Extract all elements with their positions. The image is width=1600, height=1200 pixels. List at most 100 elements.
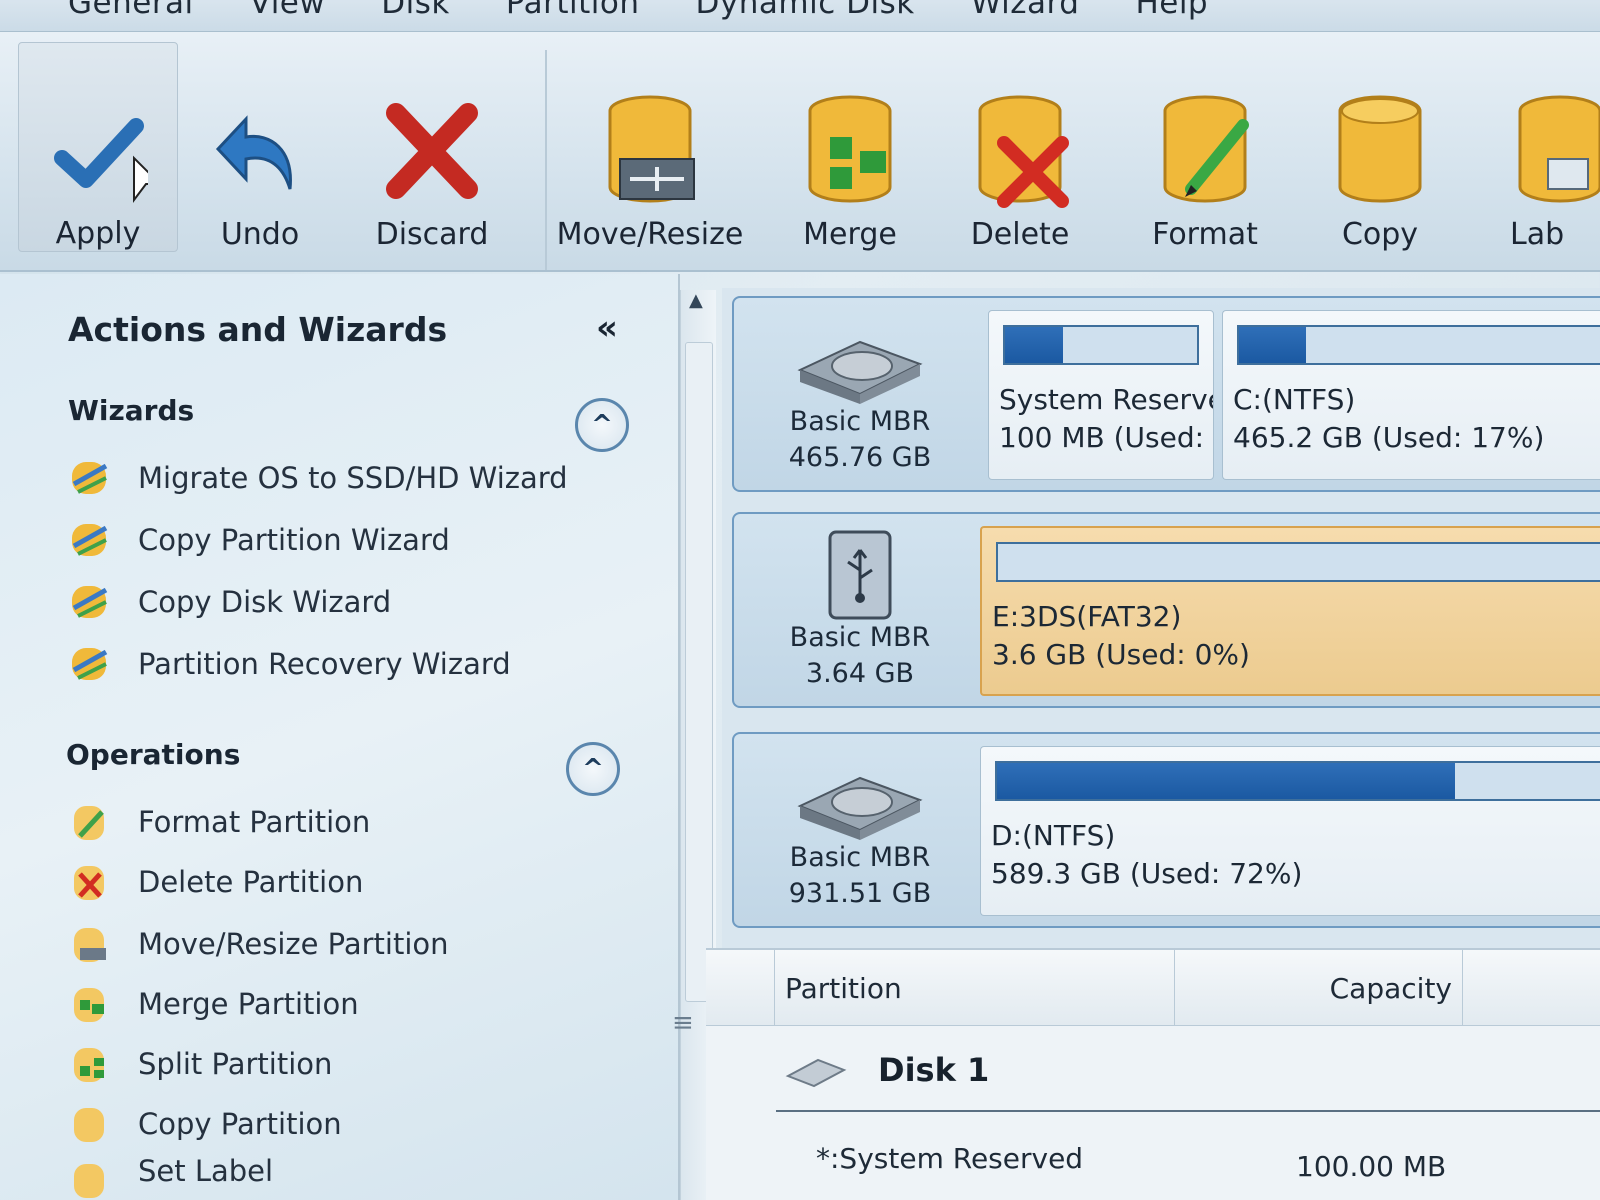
disk-row-1[interactable]: Basic MBR 465.76 GB System Reserved 100 … (732, 296, 1600, 492)
operation-format-partition[interactable]: Format Partition (68, 800, 370, 844)
partition-system-reserved[interactable]: System Reserved 100 MB (Used: (988, 310, 1214, 480)
undo-button[interactable]: Undo (200, 42, 320, 252)
format-pencil-icon (1163, 95, 1249, 203)
menu-help[interactable]: Help (1107, 0, 1236, 31)
menu-dynamic-disk[interactable]: Dynamic Disk (668, 0, 943, 31)
partition-usage-text: 589.3 GB (Used: 72%) (991, 857, 1303, 890)
operation-split-partition[interactable]: Split Partition (68, 1042, 332, 1086)
red-x-icon (386, 103, 478, 199)
usage-bar (995, 761, 1600, 801)
disk-2-info[interactable]: Basic MBR 3.64 GB (740, 514, 980, 706)
panel-title: Actions and Wizards (68, 310, 448, 349)
copy-disk-icon (1338, 95, 1422, 203)
operation-copy-partition[interactable]: Copy Partition (68, 1102, 342, 1146)
merge-button[interactable]: Merge (790, 42, 910, 252)
wizard-item-partition-recovery[interactable]: Partition Recovery Wizard (68, 642, 511, 686)
disk-size: 3.64 GB (805, 658, 915, 689)
partition-c-ntfs[interactable]: C:(NTFS) 465.2 GB (Used: 17%) (1222, 310, 1600, 480)
operation-label: Merge Partition (138, 987, 359, 1021)
toolbar-separator (545, 50, 547, 270)
column-header-next[interactable] (1462, 950, 1600, 1026)
delete-button[interactable]: Delete (960, 42, 1080, 252)
partition-name: E:3DS(FAT32) (992, 600, 1182, 633)
operation-move-resize-partition[interactable]: Move/Resize Partition (68, 922, 449, 966)
wizard-item-migrate-os[interactable]: Migrate OS to SSD/HD Wizard (68, 456, 568, 500)
scroll-thumb[interactable] (685, 342, 713, 1002)
usage-bar-fill (997, 763, 1455, 799)
move-resize-label: Move/Resize (556, 217, 744, 252)
group-divider (776, 1110, 1600, 1112)
hard-disk-icon (797, 776, 923, 840)
table-header: Partition Capacity (706, 950, 1600, 1026)
disk-group-header[interactable]: Disk 1 (784, 1050, 989, 1090)
delete-label: Delete (970, 217, 1070, 252)
copy-button[interactable]: Copy (1320, 42, 1440, 252)
disk-group-label: Disk 1 (878, 1051, 990, 1089)
partition-usage-text: 3.6 GB (Used: 0%) (992, 638, 1250, 671)
disk-size: 931.51 GB (788, 878, 932, 909)
toolbar: Apply Undo Discard Move/Resize Merge Del… (0, 32, 1600, 272)
disk-row-2[interactable]: Basic MBR 3.64 GB E:3DS(FAT32) 3.6 GB (U… (732, 512, 1600, 708)
actions-and-wizards-panel: Actions and Wizards « Wizards ^ Migrate … (0, 274, 680, 1200)
chevron-up-icon: ^ (591, 410, 613, 440)
disk-map: Basic MBR 465.76 GB System Reserved 100 … (722, 288, 1600, 948)
format-partition-icon (74, 806, 104, 840)
label-button[interactable]: Lab (1510, 42, 1600, 252)
move-resize-button[interactable]: Move/Resize (557, 42, 743, 252)
disk-3-info[interactable]: Basic MBR 931.51 GB (740, 734, 980, 926)
partition-name: D:(NTFS) (991, 819, 1116, 852)
operation-label: Delete Partition (138, 865, 364, 899)
discard-button[interactable]: Discard (372, 42, 492, 252)
operation-set-label[interactable]: Set Label (68, 1158, 273, 1200)
menu-disk[interactable]: Disk (353, 0, 478, 31)
partition-e-3ds-fat32[interactable]: E:3DS(FAT32) 3.6 GB (Used: 0%) (980, 526, 1600, 696)
table-row-partition[interactable]: *:System Reserved (816, 1142, 1083, 1175)
wizard-item-copy-disk[interactable]: Copy Disk Wizard (68, 580, 391, 624)
splitter-grip-icon[interactable]: ≡ (672, 1008, 694, 1038)
format-label: Format (1152, 217, 1258, 252)
operation-label: Set Label (138, 1158, 274, 1188)
usage-bar (1237, 325, 1600, 365)
disk-type: Basic MBR (789, 406, 931, 437)
merge-partition-icon (74, 988, 104, 1022)
operations-toggle-button[interactable]: ^ (566, 742, 620, 796)
apply-button[interactable]: Apply (18, 42, 178, 252)
operations-heading: Operations (66, 738, 241, 771)
menu-view[interactable]: View (222, 0, 354, 31)
operation-label: Move/Resize Partition (138, 927, 449, 961)
wizards-toggle-button[interactable]: ^ (575, 398, 629, 452)
scroll-up-arrow-icon[interactable]: ▲ (689, 290, 703, 311)
column-header-partition[interactable]: Partition (774, 950, 1174, 1026)
merge-label: Merge (803, 217, 897, 252)
usage-bar-fill (1005, 327, 1063, 363)
wizard-item-label: Migrate OS to SSD/HD Wizard (138, 461, 568, 495)
disk-group-icon (785, 1058, 847, 1088)
format-button[interactable]: Format (1140, 42, 1270, 252)
menu-partition[interactable]: Partition (478, 0, 668, 31)
disk-size: 465.76 GB (788, 442, 932, 473)
usb-disk-icon (828, 530, 892, 620)
column-header-capacity[interactable]: Capacity (1174, 950, 1462, 1026)
operation-delete-partition[interactable]: Delete Partition (68, 860, 363, 904)
operation-merge-partition[interactable]: Merge Partition (68, 982, 359, 1026)
wizard-icon (72, 648, 108, 680)
disk-1-info[interactable]: Basic MBR 465.76 GB (740, 298, 980, 490)
wizard-icon (72, 586, 108, 618)
partition-usage-text: 465.2 GB (Used: 17%) (1233, 421, 1545, 454)
wizard-icon (72, 462, 108, 494)
menu-wizard[interactable]: Wizard (943, 0, 1108, 31)
delete-partition-icon (74, 866, 104, 900)
wizard-item-label: Partition Recovery Wizard (138, 647, 511, 681)
collapse-panel-icon[interactable]: « (596, 308, 618, 348)
undo-label: Undo (220, 217, 300, 252)
menu-general[interactable]: General (40, 0, 222, 31)
move-resize-icon (608, 95, 695, 203)
hard-disk-icon (797, 340, 923, 404)
operation-label: Format Partition (138, 805, 371, 839)
usage-bar-fill (1239, 327, 1307, 363)
partition-d-ntfs[interactable]: D:(NTFS) 589.3 GB (Used: 72%) (980, 746, 1600, 916)
wizard-item-copy-partition[interactable]: Copy Partition Wizard (68, 518, 450, 562)
operation-label: Split Partition (138, 1047, 333, 1081)
copy-partition-icon (74, 1108, 104, 1142)
disk-row-3[interactable]: Basic MBR 931.51 GB D:(NTFS) 589.3 GB (U… (732, 732, 1600, 928)
